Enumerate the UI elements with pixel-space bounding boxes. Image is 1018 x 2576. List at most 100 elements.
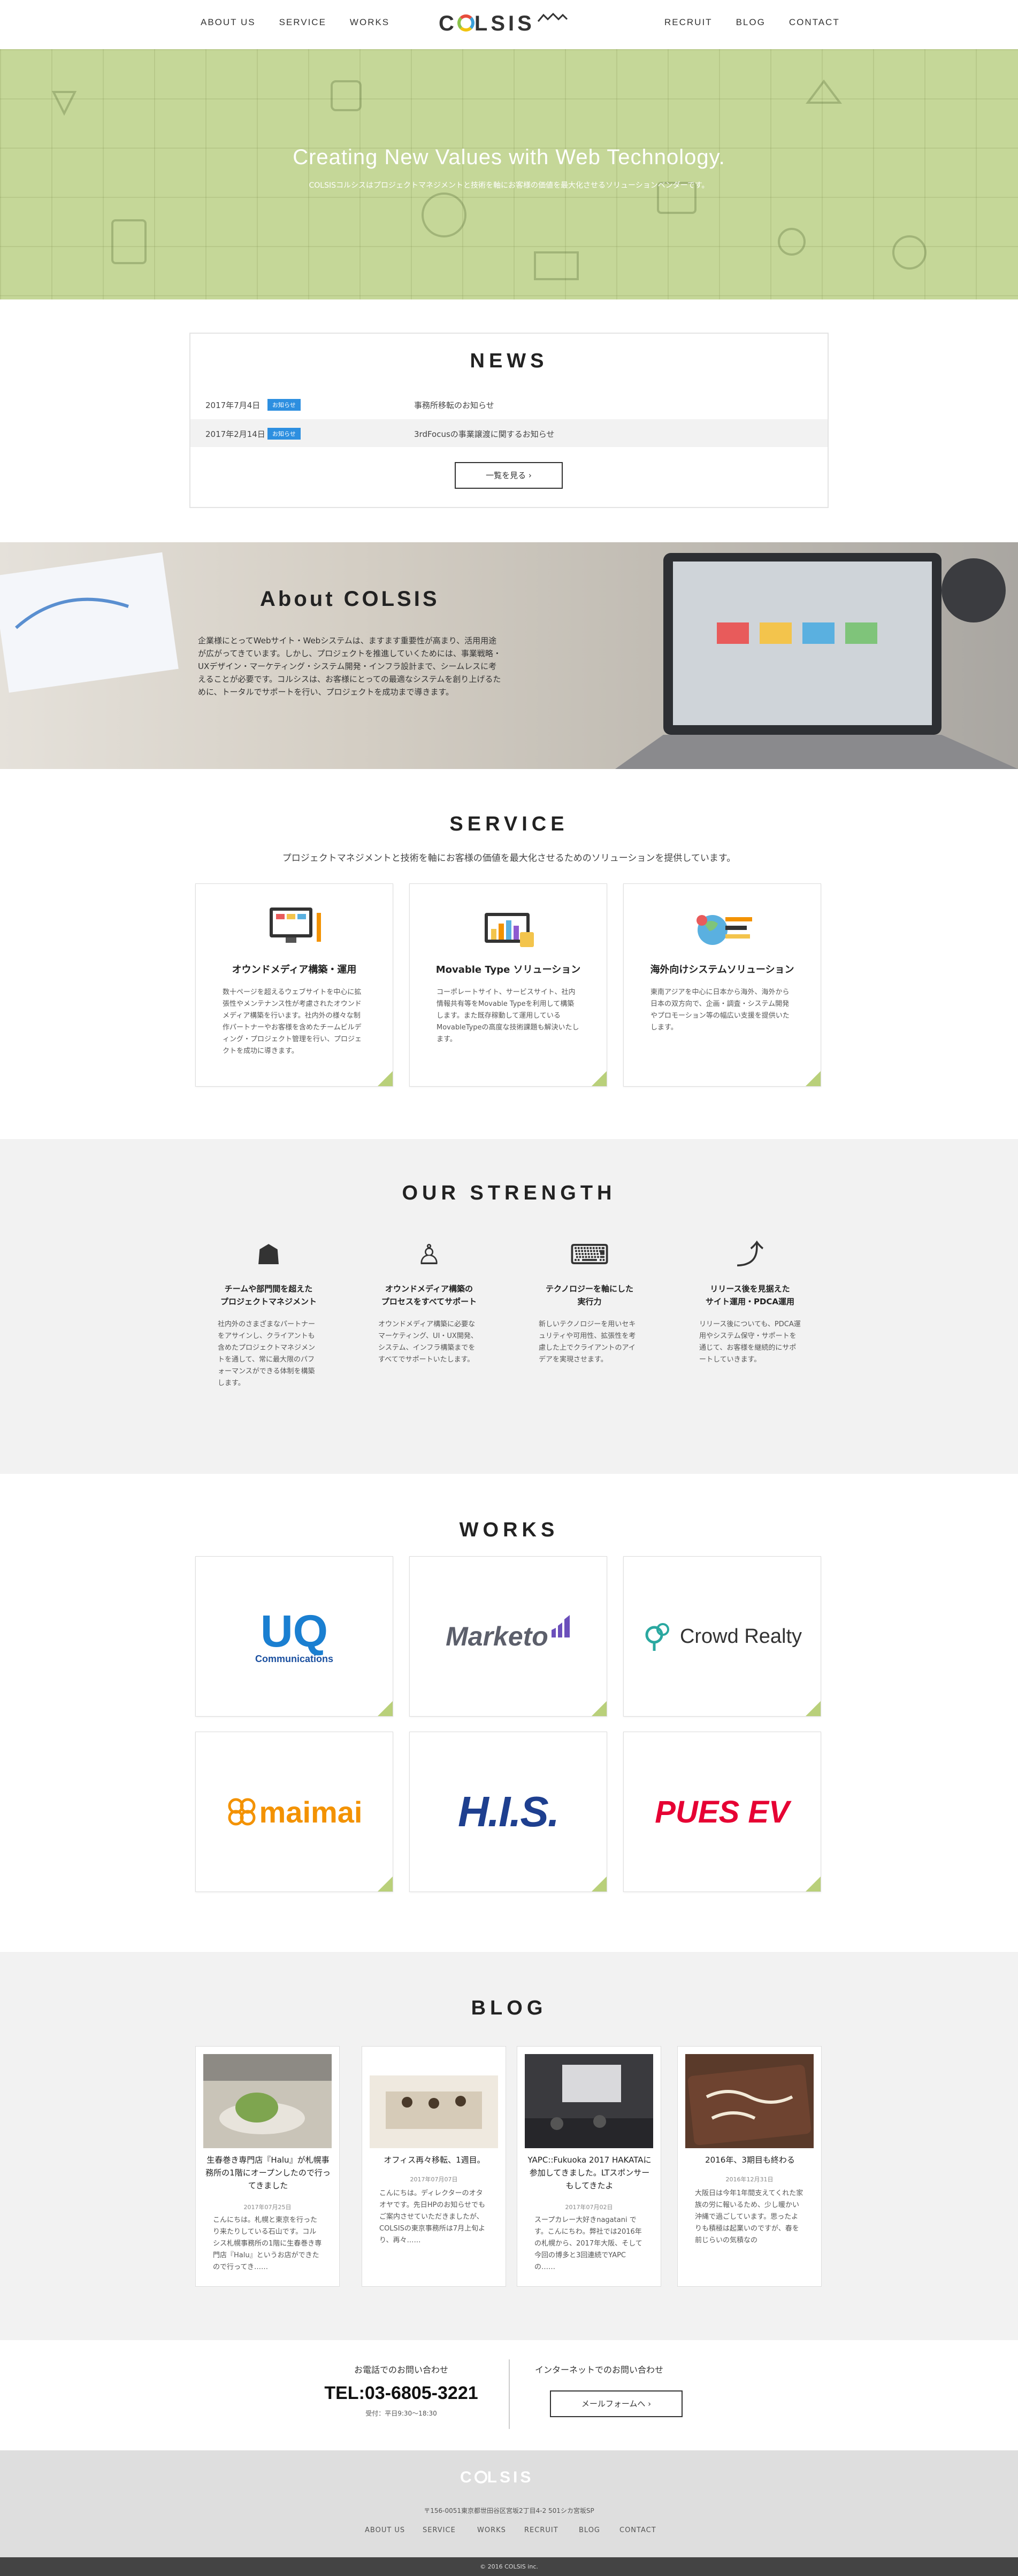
news-item[interactable]: 2017年2月14日 お知らせ 3rdFocusの事業譲渡に関するお知らせ	[190, 419, 828, 447]
blog-thumbnail	[370, 2054, 498, 2148]
works-logo-maimai: maimai	[196, 1732, 393, 1891]
about-body: 企業様にとってWebサイト・Webシステムは、ますます重要性が高まり、活用用途が…	[198, 636, 501, 697]
card-corner	[378, 1071, 393, 1086]
site-logo[interactable]: C LSIS	[439, 12, 568, 36]
mail-form-label: メールフォームへ	[581, 2399, 646, 2409]
works-card[interactable]: H.I.S.	[409, 1732, 607, 1892]
works-card[interactable]: Crowd Realty	[623, 1556, 821, 1717]
nav-service[interactable]: SERVICE	[279, 17, 326, 27]
service-title: SERVICE	[449, 813, 569, 835]
card-corner	[806, 1877, 821, 1891]
phone-number[interactable]: TEL:03-6805-3221	[310, 2383, 492, 2404]
page: ABOUT US SERVICE WORKS C LSIS RECRUIT BLOG CO…	[0, 0, 1018, 2576]
strength-item: ☗ チームや部門間を超えた プロジェクトマネジメント 社内外のさまざまなパートナ…	[199, 1239, 338, 1389]
footer-nav-works[interactable]: WORKS	[477, 2526, 506, 2534]
logo-letters: LSIS	[474, 12, 535, 35]
blog-card[interactable]: 生春巻き専門店『Halu』が札幌事務所の1階にオープンしたので行ってきました 2…	[195, 2046, 340, 2287]
service-card-body: 東南アジアを中心に日本から海外、海外から日本の双方向で、企画・調査・システム開発…	[650, 988, 790, 1032]
chevron-right-icon: ›	[648, 2399, 652, 2409]
header-nav-right: RECRUIT BLOG CONTACT	[641, 17, 840, 28]
footer-address: 〒156-0051東京都世田谷区宮坂2丁目4-2 501シカ宮坂SP	[424, 2507, 594, 2515]
blog-thumbnail	[203, 2054, 332, 2148]
works-card[interactable]: Marketo	[409, 1556, 607, 1717]
hero-title: Creating New Values with Web Technology.	[293, 145, 725, 169]
service-card-title: Movable Type ソリューション	[435, 964, 581, 975]
works-title: WORKS	[459, 1519, 559, 1541]
globe-icon	[696, 915, 752, 945]
blog-card-excerpt: こんにちは。札幌と東京を行ったり来たりしている石山です。コルシス札幌事務所の1階…	[213, 2216, 322, 2271]
news-text: 3rdFocusの事業譲渡に関するお知らせ	[414, 429, 555, 439]
blog-thumbnail	[525, 2054, 653, 2148]
service-lead: プロジェクトマネジメントと技術を軸にお客様の価値を最大化させるためのソリューショ…	[282, 853, 736, 864]
nav-works[interactable]: WORKS	[350, 17, 389, 27]
phone-hours: 受付：平日9:30〜18:30	[365, 2410, 437, 2417]
strength-item-title: チームや部門間を超えた プロジェクトマネジメント	[220, 1284, 317, 1306]
blog-card[interactable]: オフィス再々移転、1週目。 2017年07月07日 こんにちは。ディレクターのオ…	[362, 2046, 506, 2287]
blog-card-excerpt: 大阪日は今年1年間支えてくれた家族の労に報いるため、少し暖かい沖縄で過ごしていま…	[695, 2189, 803, 2244]
nav-blog[interactable]: BLOG	[736, 17, 766, 27]
strength-item: ♙ オウンドメディア構築の プロセスをすべてサポート オウンドメディア構築に必要…	[359, 1239, 499, 1366]
service-card[interactable]: 海外向けシステムソリューション 東南アジアを中心に日本から海外、海外から日本の双…	[623, 883, 821, 1087]
nav-contact[interactable]: CONTACT	[789, 17, 840, 27]
about-title: About COLSIS	[260, 587, 440, 611]
about-section: About COLSIS 企業様にとってWebサイト・Webシステムは、ますます…	[0, 542, 1018, 769]
header-nav-left: ABOUT US SERVICE WORKS	[201, 17, 413, 28]
card-corner	[806, 1071, 821, 1086]
net-contact-heading: インターネットでのお問い合わせ	[535, 2365, 664, 2375]
news-more-button[interactable]: 一覧を見る ›	[455, 462, 563, 489]
footer-nav-contact[interactable]: CONTACT	[619, 2526, 656, 2534]
phone-contact-heading: お電話でのお問い合わせ	[354, 2365, 448, 2375]
logo-wave-icon	[537, 12, 568, 22]
marketo-logo-text: Marketo	[446, 1621, 548, 1651]
strength-item-body: オウンドメディア構築に必要なマーケティング、UI・UX開発、システム、インフラ構…	[378, 1320, 478, 1364]
news-badge: お知らせ	[267, 428, 301, 440]
blog-title: BLOG	[471, 1997, 547, 2019]
card-corner	[378, 1701, 393, 1716]
nav-recruit[interactable]: RECRUIT	[664, 17, 713, 27]
crowd-realty-logo-text: Crowd Realty	[679, 1625, 802, 1648]
footer-nav-service[interactable]: SERVICE	[423, 2526, 456, 2534]
footer-nav-blog[interactable]: BLOG	[579, 2526, 600, 2534]
his-logo-text: H.I.S.	[457, 1788, 560, 1835]
footer-copyright: © 2016 COLSIS inc.	[0, 2557, 1018, 2576]
mail-form-button[interactable]: メールフォームへ ›	[550, 2390, 683, 2417]
strength-item: ⤴ リリース後を見据えた サイト運用・PDCA運用 リリース後についても、PDC…	[680, 1239, 820, 1366]
hero-banner: Creating New Values with Web Technology.…	[0, 49, 1018, 299]
works-logo-crowd-realty: Crowd Realty	[624, 1557, 821, 1716]
blog-card-excerpt: こんにちは。ディレクターのオタオヤです。先日HPのお知らせでもご案内させていただ…	[379, 2189, 486, 2244]
blog-card-title: YAPC::Fukuoka 2017 HAKATAに参加してきました。LTスポン…	[527, 2155, 652, 2190]
strength-item: ⌨ テクノロジーを軸にした 実行力 新しいテクノロジーを用いセキュリティや可用性…	[520, 1239, 659, 1366]
works-logo-uq: UQ Communications	[196, 1557, 393, 1716]
blog-card[interactable]: YAPC::Fukuoka 2017 HAKATAに参加してきました。LTスポン…	[517, 2046, 661, 2287]
nav-about[interactable]: ABOUT US	[201, 17, 256, 27]
works-card[interactable]: UQ Communications	[195, 1556, 393, 1717]
strength-title: OUR STRENGTH	[402, 1182, 616, 1204]
laptop-code-icon: ⌨	[569, 1239, 610, 1271]
card-corner	[592, 1071, 607, 1086]
service-card[interactable]: Movable Type ソリューション コーポレートサイト、サービスサイト、社…	[409, 883, 607, 1087]
site-footer: C LSIS 〒156-0051東京都世田谷区宮坂2丁目4-2 501シカ宮坂SP	[0, 2450, 1018, 2557]
maimai-logo-text: maimai	[259, 1795, 363, 1829]
uq-logo-text: UQ	[260, 1605, 328, 1656]
works-card[interactable]: PUES EV	[623, 1732, 821, 1892]
maimai-flower-icon	[228, 1798, 255, 1826]
footer-nav-about[interactable]: ABOUT US	[365, 2526, 405, 2534]
service-card-body: 数十ページを超えるウェブサイトを中心に拡張性やメンテナンス性が考慮されたオウンド…	[223, 988, 362, 1055]
crowd-realty-icon	[645, 1623, 669, 1651]
chevron-right-icon: ›	[528, 471, 532, 480]
strength-item-title: オウンドメディア構築の プロセスをすべてサポート	[381, 1284, 477, 1306]
about-background-photo	[0, 552, 1018, 769]
footer-nav-recruit[interactable]: RECRUIT	[524, 2526, 558, 2534]
hero-doodle-icons	[51, 79, 927, 280]
news-item[interactable]: 2017年7月4日 お知らせ 事務所移転のお知らせ	[190, 390, 828, 418]
contact-section: お電話でのお問い合わせ TEL:03-6805-3221 受付：平日9:30〜1…	[0, 2340, 1018, 2450]
media-icon	[270, 908, 321, 943]
news-date: 2017年7月4日	[205, 401, 261, 410]
footer-logo[interactable]: C LSIS	[460, 2469, 533, 2487]
service-card[interactable]: オウンドメディア構築・運用 数十ページを超えるウェブサイトを中心に拡張性やメンテ…	[195, 883, 393, 1087]
news-more-label: 一覧を見る	[486, 471, 526, 480]
strength-item-title: テクノロジーを軸にした 実行力	[545, 1284, 634, 1306]
blog-card[interactable]: 2016年、3期目も終わる 2016年12月31日 大阪日は今年1年間支えてくれ…	[677, 2046, 822, 2287]
works-card[interactable]: maimai	[195, 1732, 393, 1892]
footer-logo-ring-icon	[474, 2471, 487, 2483]
